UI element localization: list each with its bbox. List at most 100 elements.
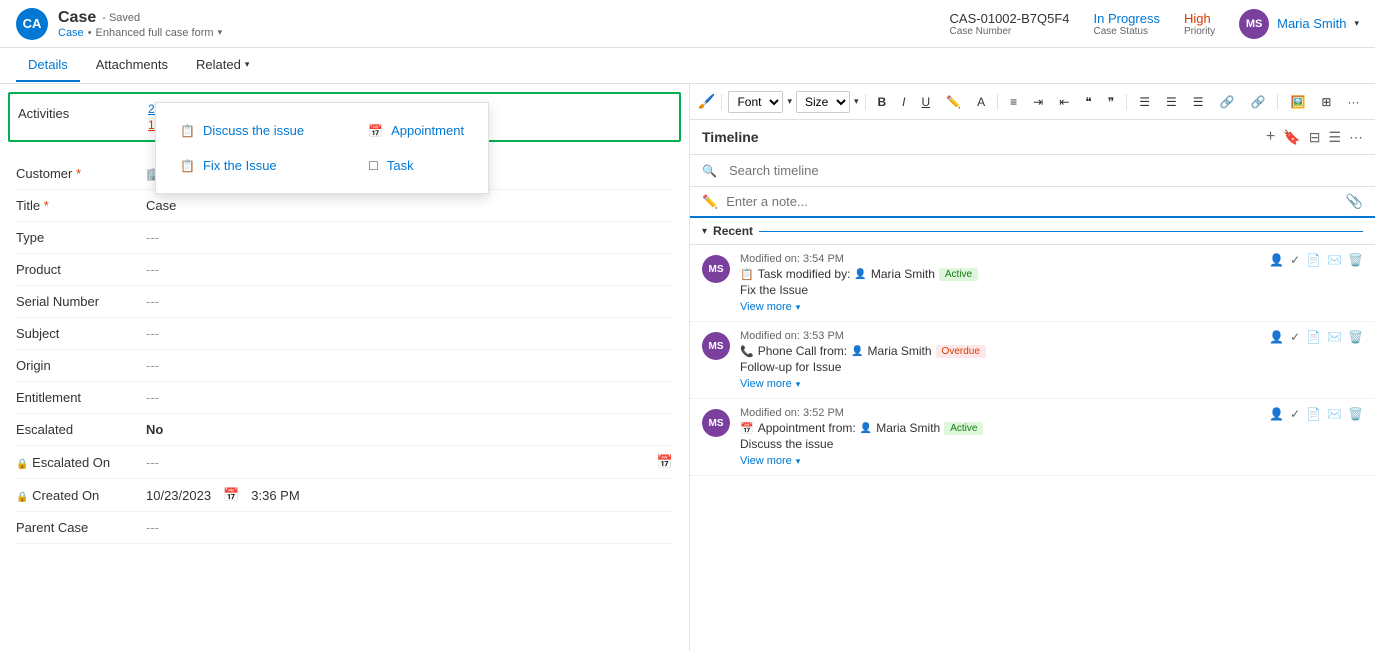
- image-button[interactable]: 🖼️: [1284, 93, 1311, 111]
- field-label-escalated-on: 🔒 Escalated On: [16, 455, 146, 470]
- quote-close-button[interactable]: ❞: [1102, 93, 1120, 111]
- align-right-button[interactable]: ☰: [1160, 93, 1183, 111]
- highlight-button[interactable]: ✏️: [940, 93, 967, 111]
- entry-email-icon-3[interactable]: ✉️: [1327, 407, 1342, 421]
- toolbar-sep-4: [1126, 94, 1127, 110]
- escalated-on-calendar-icon[interactable]: 📅: [657, 454, 673, 470]
- justify-button[interactable]: ☰: [1187, 93, 1210, 111]
- field-value-subject[interactable]: ---: [146, 326, 673, 341]
- more-button[interactable]: ···: [1341, 93, 1365, 111]
- size-chevron-icon[interactable]: ▾: [854, 96, 859, 107]
- unlink-button[interactable]: 🔗: [1244, 93, 1271, 111]
- breadcrumb-chevron-icon[interactable]: ▾: [218, 27, 223, 38]
- view-more-3[interactable]: View more ▾: [740, 455, 1261, 467]
- align-left-button[interactable]: ≡: [1004, 93, 1023, 111]
- breadcrumb-parent[interactable]: Case: [58, 27, 84, 39]
- font-select[interactable]: Font: [728, 91, 783, 113]
- toolbar-sep-1: [721, 94, 722, 110]
- recent-label: Recent: [713, 224, 753, 238]
- field-title: Title Case: [16, 190, 673, 222]
- underline-button[interactable]: U: [916, 93, 937, 111]
- field-subject: Subject ---: [16, 318, 673, 350]
- attach-icon[interactable]: 📎: [1346, 193, 1363, 210]
- case-status-meta: In Progress Case Status: [1094, 11, 1160, 37]
- entry-avatar-3: MS: [702, 409, 730, 437]
- avatar: MS: [1239, 9, 1269, 39]
- field-value-serial[interactable]: ---: [146, 294, 673, 309]
- field-value-entitlement[interactable]: ---: [146, 390, 673, 405]
- size-select[interactable]: Size: [796, 91, 850, 113]
- align-center-button[interactable]: ☰: [1133, 93, 1156, 111]
- entry-email-icon-1[interactable]: ✉️: [1327, 253, 1342, 267]
- dropdown-item-discuss[interactable]: 📋 Discuss the issue: [164, 115, 320, 146]
- view-more-2[interactable]: View more ▾: [740, 378, 1261, 390]
- entry-email-icon-2[interactable]: ✉️: [1327, 330, 1342, 344]
- tab-details[interactable]: Details: [16, 49, 80, 82]
- field-value-escalated[interactable]: No: [146, 422, 673, 437]
- note-input[interactable]: [726, 194, 1345, 209]
- search-icon: 🔍: [702, 164, 717, 178]
- entry-delete-icon-3[interactable]: 🗑️: [1348, 407, 1363, 421]
- entry-delete-icon-2[interactable]: 🗑️: [1348, 330, 1363, 344]
- dropdown-item-fix[interactable]: 📋 Fix the Issue: [164, 150, 320, 181]
- dropdown-item-appointment[interactable]: 📅 Appointment: [352, 115, 480, 146]
- field-value-created-on[interactable]: 10/23/2023 📅 3:36 PM: [146, 487, 673, 503]
- created-on-calendar-icon[interactable]: 📅: [223, 487, 239, 503]
- entry-assign-icon-3[interactable]: 👤: [1269, 407, 1284, 421]
- case-status-value: In Progress: [1094, 11, 1160, 26]
- table-button[interactable]: ⊞: [1315, 93, 1337, 111]
- entry-doc-icon-1[interactable]: 📄: [1306, 253, 1321, 267]
- view-more-1[interactable]: View more ▾: [740, 301, 1261, 313]
- nav-tabs: Details Attachments Related ▾: [0, 48, 1375, 84]
- tab-related[interactable]: Related ▾: [184, 49, 261, 82]
- field-value-product[interactable]: ---: [146, 262, 673, 277]
- editor-paint-icon[interactable]: 🖌️: [698, 93, 715, 110]
- field-value-title[interactable]: Case: [146, 198, 673, 213]
- breadcrumb-current[interactable]: Enhanced full case form: [96, 27, 214, 39]
- entry-check-icon-3[interactable]: ✓: [1290, 407, 1300, 421]
- italic-button[interactable]: I: [896, 93, 911, 111]
- timeline-header: Timeline + 🔖 ⊟ ☰ ⋯: [690, 120, 1375, 155]
- discuss-label: Discuss the issue: [203, 123, 304, 138]
- timeline-list-icon[interactable]: ☰: [1328, 129, 1341, 146]
- entry-status-1: Active: [939, 268, 978, 281]
- field-value-origin[interactable]: ---: [146, 358, 673, 373]
- entry-check-icon-1[interactable]: ✓: [1290, 253, 1300, 267]
- entry-content-1: Modified on: 3:54 PM 📋 Task modified by:…: [740, 253, 1261, 313]
- timeline-filter-icon[interactable]: ⊟: [1309, 129, 1321, 146]
- timeline-add-icon[interactable]: +: [1266, 128, 1275, 146]
- field-value-parent-case[interactable]: ---: [146, 520, 673, 535]
- owner-chevron-icon[interactable]: ▾: [1354, 18, 1359, 29]
- entry-assign-icon-2[interactable]: 👤: [1269, 330, 1284, 344]
- entry-avatar-1: MS: [702, 255, 730, 283]
- outdent-button[interactable]: ⇤: [1053, 93, 1075, 111]
- recent-chevron-icon[interactable]: ▾: [702, 226, 707, 237]
- owner-name[interactable]: Maria Smith: [1277, 16, 1346, 31]
- field-entitlement: Entitlement ---: [16, 382, 673, 414]
- entry-check-icon-2[interactable]: ✓: [1290, 330, 1300, 344]
- timeline-bookmark-icon[interactable]: 🔖: [1283, 129, 1300, 146]
- field-value-type[interactable]: ---: [146, 230, 673, 245]
- entry-delete-icon-1[interactable]: 🗑️: [1348, 253, 1363, 267]
- field-serial-number: Serial Number ---: [16, 286, 673, 318]
- case-number-label: Case Number: [950, 26, 1070, 37]
- field-value-escalated-on[interactable]: ---: [146, 455, 657, 470]
- breadcrumb: Case • Enhanced full case form ▾: [58, 27, 222, 39]
- toolbar-sep-3: [997, 94, 998, 110]
- indent-button[interactable]: ⇥: [1027, 93, 1049, 111]
- font-chevron-icon[interactable]: ▾: [787, 96, 792, 107]
- link-button[interactable]: 🔗: [1214, 93, 1241, 111]
- search-input[interactable]: [723, 161, 1363, 180]
- timeline-more-icon[interactable]: ⋯: [1349, 129, 1363, 146]
- dropdown-item-task[interactable]: ☐ Task: [352, 150, 480, 181]
- activities-label: Activities: [18, 102, 148, 121]
- entry-assign-icon-1[interactable]: 👤: [1269, 253, 1284, 267]
- appointment-icon: 📅: [368, 124, 383, 138]
- font-color-button[interactable]: A: [971, 93, 991, 111]
- tab-attachments[interactable]: Attachments: [84, 49, 180, 82]
- entry-doc-icon-2[interactable]: 📄: [1306, 330, 1321, 344]
- bold-button[interactable]: B: [872, 93, 893, 111]
- quote-open-button[interactable]: ❝: [1079, 93, 1097, 111]
- editor-toolbar: 🖌️ Font ▾ Size ▾ B I U ✏️ A ≡ ⇥ ⇤ ❝ ❞ ☰ …: [690, 84, 1375, 120]
- entry-doc-icon-3[interactable]: 📄: [1306, 407, 1321, 421]
